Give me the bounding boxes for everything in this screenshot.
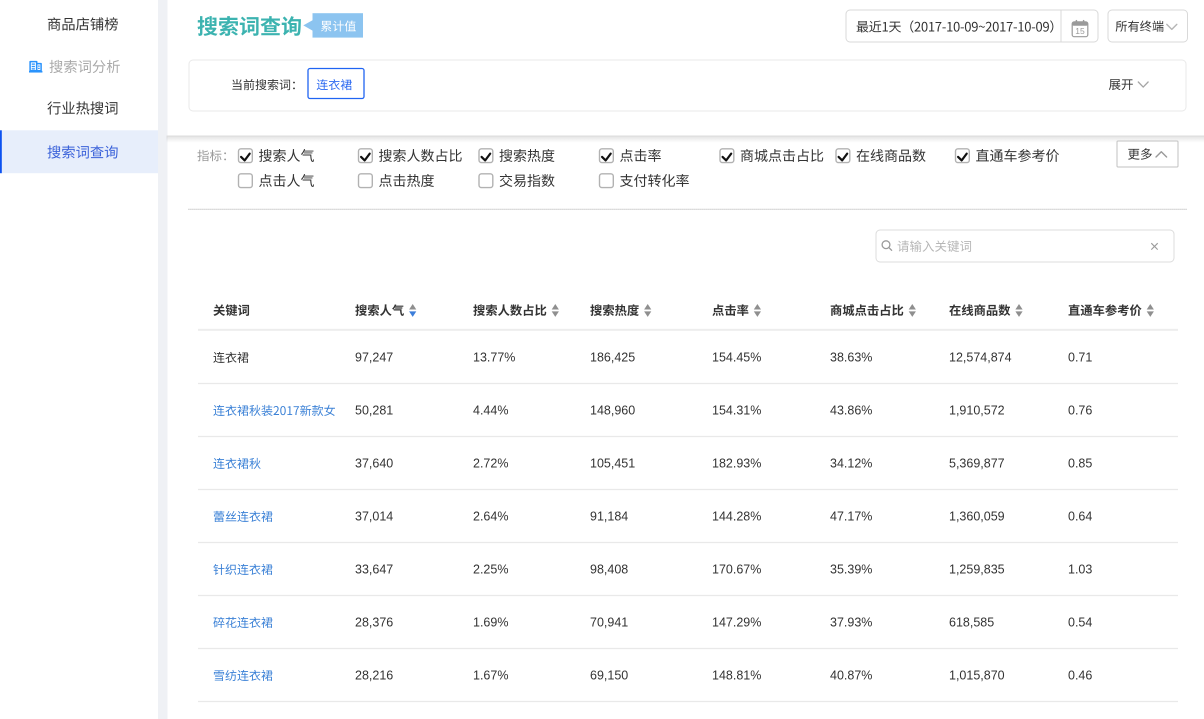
svg-text:1.03: 1.03 (1068, 563, 1092, 577)
svg-text:2.25%: 2.25% (473, 563, 508, 577)
svg-text:33,647: 33,647 (355, 563, 393, 577)
svg-text:186,425: 186,425 (590, 351, 635, 365)
svg-text:2.72%: 2.72% (473, 457, 508, 471)
svg-text:1,910,572: 1,910,572 (949, 404, 1005, 418)
svg-text:5,369,877: 5,369,877 (949, 457, 1005, 471)
svg-text:37.93%: 37.93% (830, 616, 872, 630)
svg-text:38.63%: 38.63% (830, 351, 872, 365)
svg-text:98,408: 98,408 (590, 563, 628, 577)
svg-text:154.31%: 154.31% (712, 404, 761, 418)
svg-text:148,960: 148,960 (590, 404, 635, 418)
svg-text:0.54: 0.54 (1068, 616, 1092, 630)
svg-text:40.87%: 40.87% (830, 669, 872, 683)
svg-text:0.46: 0.46 (1068, 669, 1092, 683)
svg-text:97,247: 97,247 (355, 351, 393, 365)
svg-text:34.12%: 34.12% (830, 457, 872, 471)
svg-text:1.67%: 1.67% (473, 669, 508, 683)
svg-text:1,015,870: 1,015,870 (949, 669, 1005, 683)
svg-text:43.86%: 43.86% (830, 404, 872, 418)
svg-text:105,451: 105,451 (590, 457, 635, 471)
svg-text:91,184: 91,184 (590, 510, 628, 524)
svg-text:28,216: 28,216 (355, 669, 393, 683)
svg-text:147.29%: 147.29% (712, 616, 761, 630)
svg-text:0.64: 0.64 (1068, 510, 1092, 524)
svg-text:0.71: 0.71 (1068, 351, 1092, 365)
svg-text:2.64%: 2.64% (473, 510, 508, 524)
svg-text:1.69%: 1.69% (473, 616, 508, 630)
svg-text:154.45%: 154.45% (712, 351, 761, 365)
svg-text:47.17%: 47.17% (830, 510, 872, 524)
svg-text:69,150: 69,150 (590, 669, 628, 683)
svg-text:618,585: 618,585 (949, 616, 994, 630)
svg-text:70,941: 70,941 (590, 616, 628, 630)
svg-text:182.93%: 182.93% (712, 457, 761, 471)
svg-text:37,014: 37,014 (355, 510, 393, 524)
svg-text:144.28%: 144.28% (712, 510, 761, 524)
svg-text:1,259,835: 1,259,835 (949, 563, 1005, 577)
svg-text:0.85: 0.85 (1068, 457, 1092, 471)
svg-text:15: 15 (1075, 26, 1085, 36)
svg-text:37,640: 37,640 (355, 457, 393, 471)
svg-text:12,574,874: 12,574,874 (949, 351, 1012, 365)
svg-text:35.39%: 35.39% (830, 563, 872, 577)
svg-text:13.77%: 13.77% (473, 351, 515, 365)
svg-text:4.44%: 4.44% (473, 404, 508, 418)
svg-text:50,281: 50,281 (355, 404, 393, 418)
svg-text:28,376: 28,376 (355, 616, 393, 630)
svg-text:0.76: 0.76 (1068, 404, 1092, 418)
svg-text:170.67%: 170.67% (712, 563, 761, 577)
svg-text:148.81%: 148.81% (712, 669, 761, 683)
svg-text:1,360,059: 1,360,059 (949, 510, 1005, 524)
